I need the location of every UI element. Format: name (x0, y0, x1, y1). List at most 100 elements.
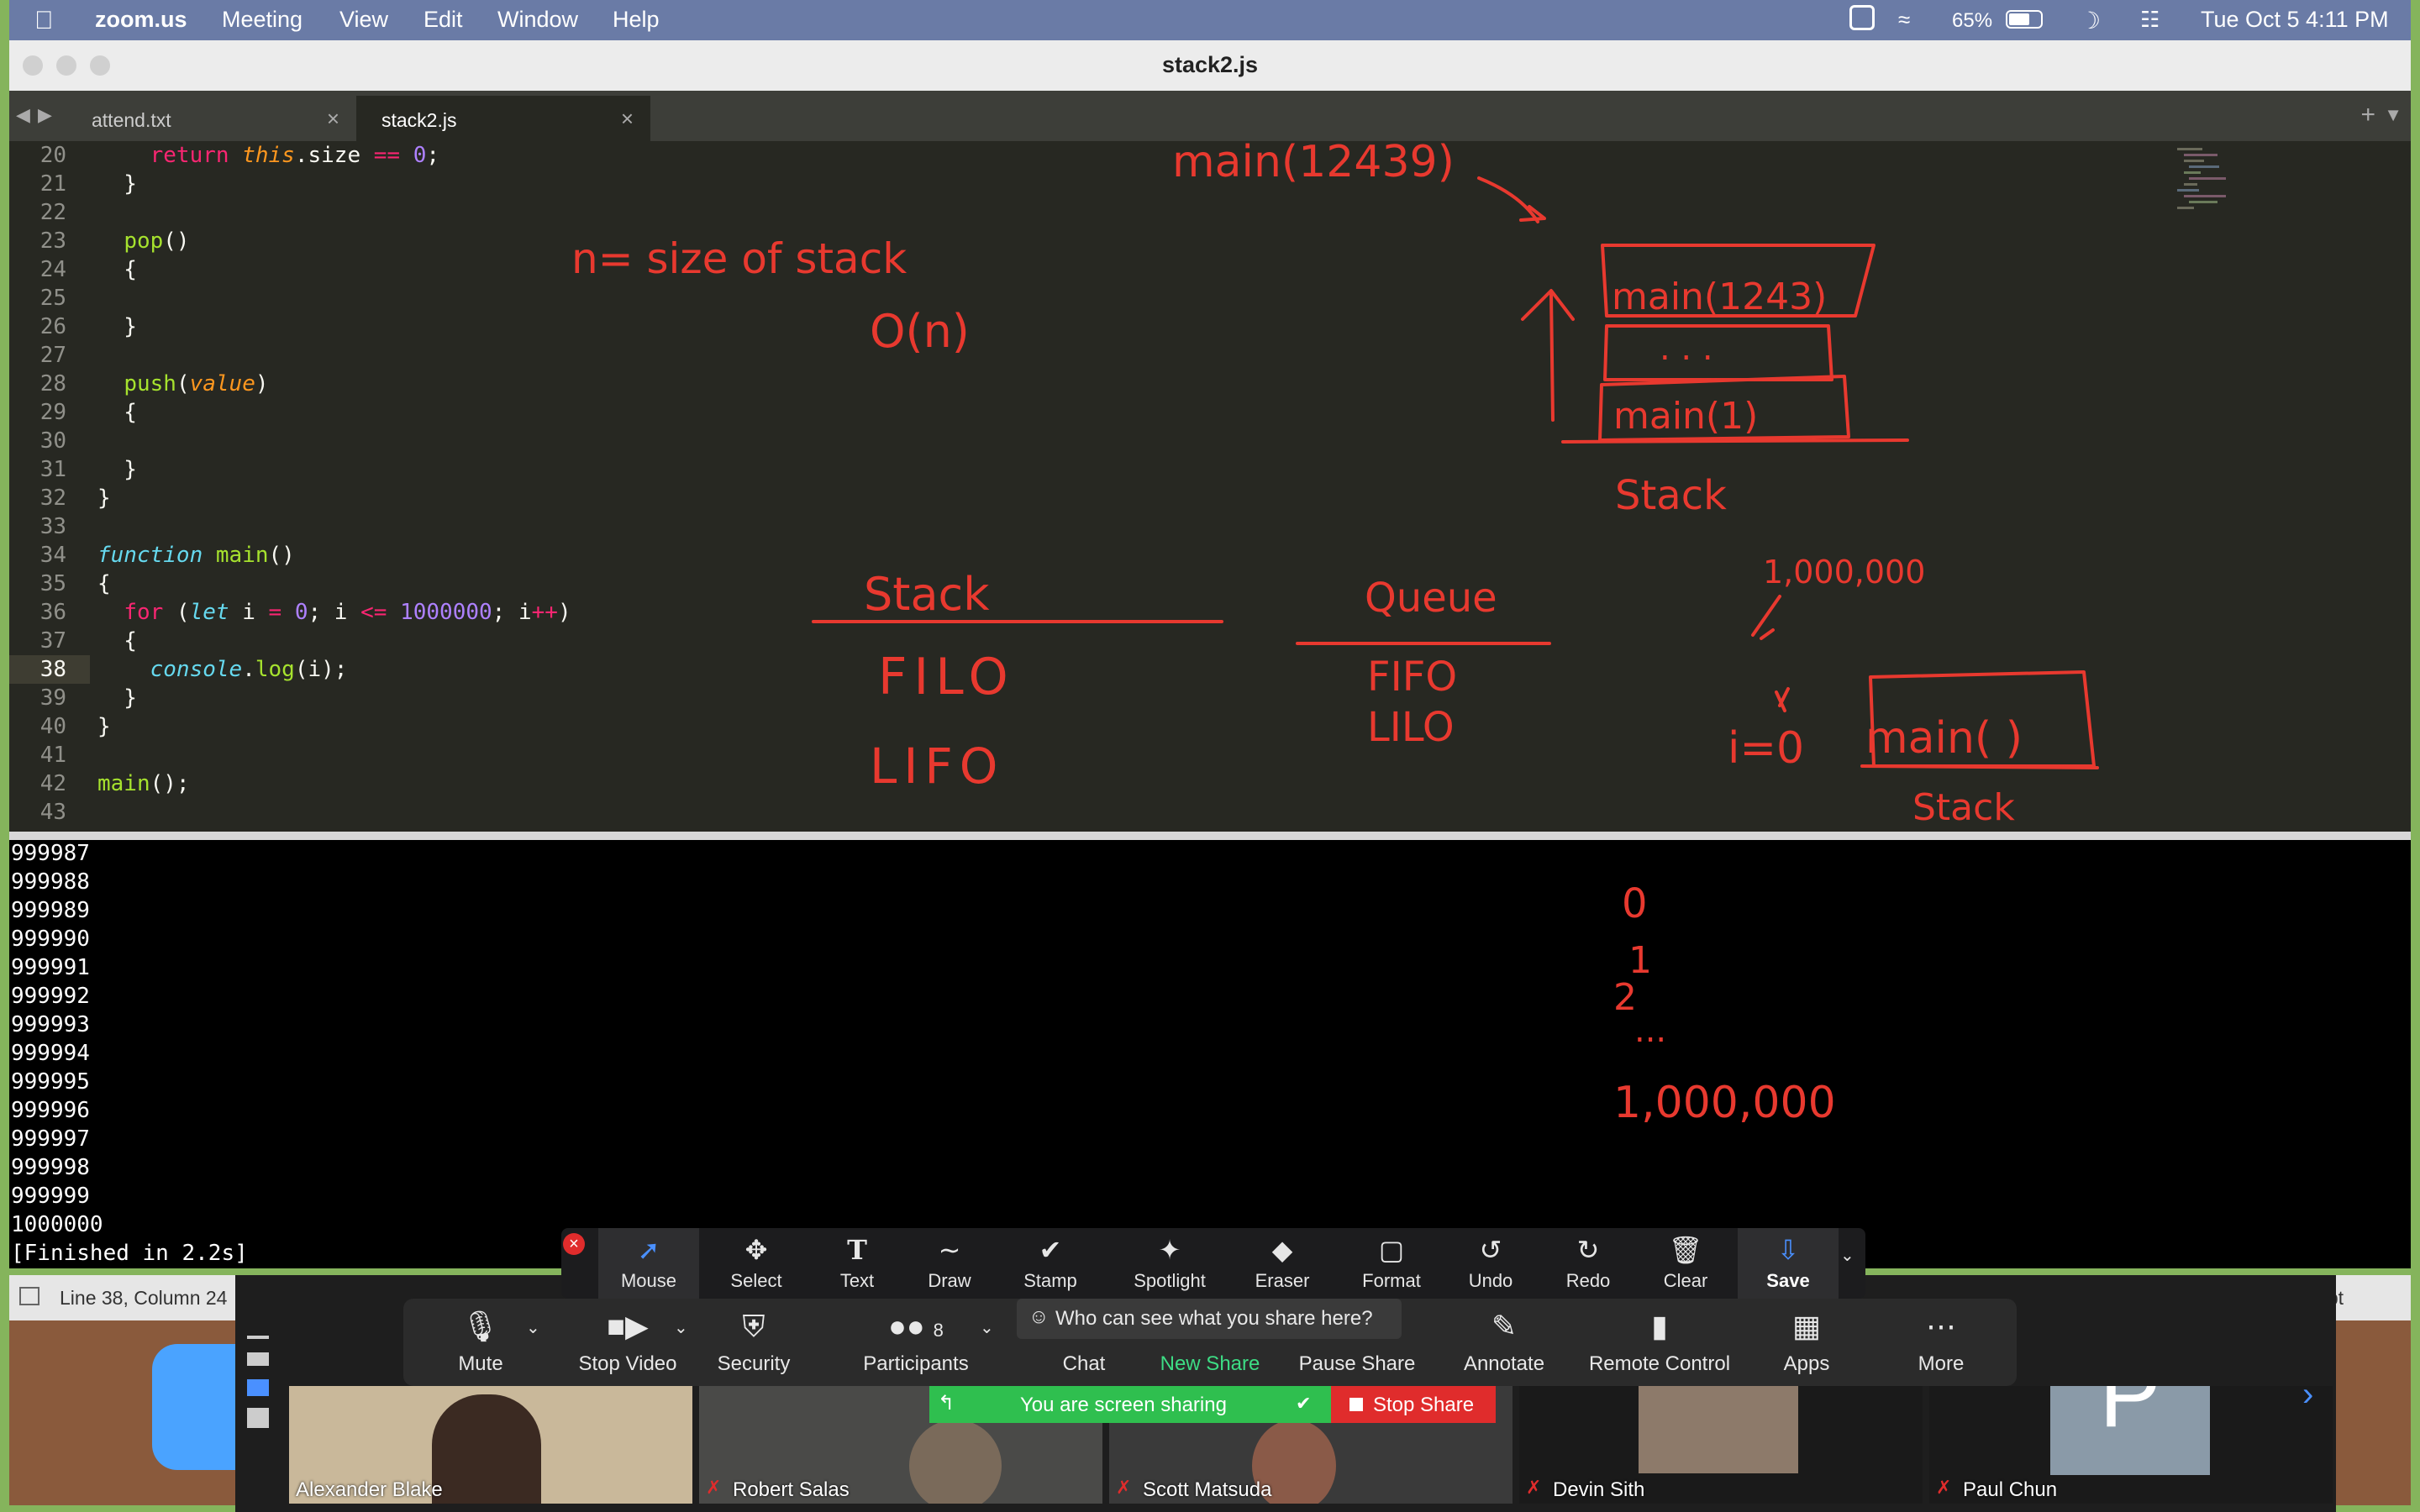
participant-video (909, 1420, 1002, 1504)
main-frame-label: main( ) (1865, 713, 2023, 764)
mute-button[interactable]: 🎙 Mute (422, 1299, 539, 1386)
crossed-counter-marks (1751, 595, 1790, 712)
stop-video-label: Stop Video (578, 1352, 677, 1375)
filo-label: FILO (878, 648, 1015, 706)
ellipsis-icon: ⋯ (1926, 1309, 1956, 1343)
frame-top-label: main(1243) (1612, 276, 1827, 318)
tool-label: Select (730, 1270, 782, 1291)
frame-mid-label: . . . (1660, 329, 1713, 368)
square-icon: ▢ (1378, 1235, 1405, 1265)
tool-select[interactable]: ✥ Select (706, 1228, 807, 1299)
tool-stamp[interactable]: ✔ Stamp (1000, 1228, 1101, 1299)
tool-text[interactable]: T Text (807, 1228, 908, 1299)
pause-share-label: Pause Share (1298, 1352, 1416, 1375)
lilo-label: LILO (1367, 704, 1455, 751)
magic-wand-icon: ✦ (1158, 1235, 1181, 1265)
participants-icon: ●● 8 (888, 1309, 944, 1343)
stack-growth-arrow (1521, 289, 1575, 422)
shield-icon: ⛨ (742, 1309, 765, 1343)
trash-icon: 🗑 (1668, 1235, 1703, 1265)
frame-bottom-label: main(1) (1613, 395, 1758, 438)
tool-label: Undo (1468, 1270, 1513, 1291)
cursor-arrow-icon: ➚ (637, 1235, 660, 1265)
video-tile[interactable]: Alexander Blake (289, 1386, 692, 1504)
eraser-icon: ◆ (1271, 1235, 1293, 1265)
apps-button[interactable]: ▦ Apps (1765, 1299, 1849, 1386)
participants-button[interactable]: ●● 8 Participants (857, 1299, 975, 1386)
tool-label: Save (1766, 1270, 1810, 1291)
video-tile[interactable]: P Paul Chun ✗ (1929, 1386, 2333, 1504)
tool-eraser[interactable]: ◆ Eraser (1232, 1228, 1333, 1299)
move-arrows-icon: ✥ (744, 1235, 768, 1265)
participants-label: Participants (863, 1352, 969, 1375)
participant-name: Scott Matsuda (1143, 1478, 1272, 1501)
tool-draw[interactable]: ∼ Draw (899, 1228, 1000, 1299)
annotation-toolbar: × ➚ Mouse ✥ Select T Text ∼ Draw ✔ Stamp… (561, 1228, 1865, 1299)
pause-share-button[interactable]: Pause Share (1294, 1299, 1420, 1386)
tool-spotlight[interactable]: ✦ Spotlight (1111, 1228, 1228, 1299)
tool-label: Draw (928, 1270, 971, 1291)
tool-clear[interactable]: 🗑 Clear (1635, 1228, 1736, 1299)
chevron-down-icon[interactable]: ⌄ (674, 1317, 688, 1338)
chevron-down-icon[interactable]: ⌄ (526, 1317, 540, 1338)
stack-label-2: Stack (1912, 786, 2015, 829)
redo-icon: ↻ (1576, 1235, 1600, 1265)
muted-mic-icon: ✗ (706, 1477, 722, 1498)
participant-name: Paul Chun (1963, 1478, 2058, 1501)
participant-video (1639, 1386, 1798, 1473)
participant-name: Robert Salas (733, 1478, 850, 1501)
stack-label-1: Stack (1615, 472, 1727, 519)
stack-frame-mid (1603, 324, 1833, 381)
n-definition-annotation: n= size of stack (571, 234, 907, 283)
big-o-annotation: O(n) (870, 305, 970, 358)
main-frame-base (1860, 764, 2099, 769)
queue-header: Queue (1365, 575, 1497, 622)
participant-count: 8 (933, 1320, 944, 1341)
participant-name: Alexander Blake (296, 1478, 443, 1501)
lifo-label: LIFO (870, 738, 1004, 795)
remote-control-button[interactable]: ▮ Remote Control (1580, 1299, 1739, 1386)
security-label: Security (717, 1352, 791, 1375)
more-button[interactable]: ⋯ More (1899, 1299, 1983, 1386)
save-download-icon: ⇩ (1776, 1235, 1800, 1265)
chevron-down-icon[interactable]: ⌄ (1840, 1245, 1854, 1266)
share-arrow-icon: ↰ (938, 1392, 955, 1415)
muted-mic-icon: ✗ (1116, 1477, 1132, 1498)
new-share-button[interactable]: New Share (1151, 1299, 1269, 1386)
tool-format[interactable]: ▢ Format (1341, 1228, 1442, 1299)
avatar: P (2050, 1386, 2210, 1475)
checkmark-icon: ✔ (1039, 1235, 1062, 1265)
count-two-annotation: 2 (1613, 976, 1637, 1019)
pencil-icon: ✎ (1491, 1309, 1518, 1343)
muted-mic-icon: ✗ (1526, 1477, 1542, 1498)
chevron-down-icon[interactable]: ⌄ (980, 1317, 994, 1338)
arrow-annotation (1477, 176, 1546, 223)
chat-button[interactable]: Chat (1042, 1299, 1126, 1386)
stop-video-button[interactable]: ■▶ Stop Video (556, 1299, 699, 1386)
tool-save[interactable]: ⇩ Save (1738, 1228, 1839, 1299)
mouse-icon: ▮ (1651, 1309, 1668, 1343)
more-label: More (1918, 1352, 1965, 1375)
shield-check-icon: ✔ (1296, 1393, 1312, 1414)
screen-sharing-banner[interactable]: ↰ You are screen sharing ✔ (929, 1386, 1331, 1423)
tool-mouse[interactable]: ➚ Mouse (598, 1228, 699, 1299)
security-button[interactable]: ⛨ Security (708, 1299, 800, 1386)
chat-label: Chat (1062, 1352, 1106, 1375)
fifo-label: FIFO (1367, 654, 1457, 701)
close-annotation-icon[interactable]: × (563, 1233, 585, 1255)
i-zero-annotation: i=0 (1728, 723, 1804, 774)
participant-video (432, 1394, 541, 1504)
video-tile[interactable]: Devin Sith ✗ (1519, 1386, 1923, 1504)
tool-redo[interactable]: ↻ Redo (1538, 1228, 1639, 1299)
tool-undo[interactable]: ↺ Undo (1440, 1228, 1541, 1299)
next-page-chevron-icon[interactable]: › (2302, 1376, 2313, 1414)
apps-icon: ▦ (1791, 1309, 1821, 1343)
count-dots-annotation: ... (1634, 1011, 1666, 1050)
stack-base-line (1561, 438, 1909, 444)
tool-label: Format (1362, 1270, 1421, 1291)
stop-share-button[interactable]: Stop Share (1331, 1386, 1496, 1423)
squiggle-icon: ∼ (938, 1235, 961, 1265)
stack-header: Stack (864, 568, 990, 621)
annotate-button[interactable]: ✎ Annotate (1454, 1299, 1555, 1386)
view-layout-controls[interactable] (247, 1315, 272, 1483)
